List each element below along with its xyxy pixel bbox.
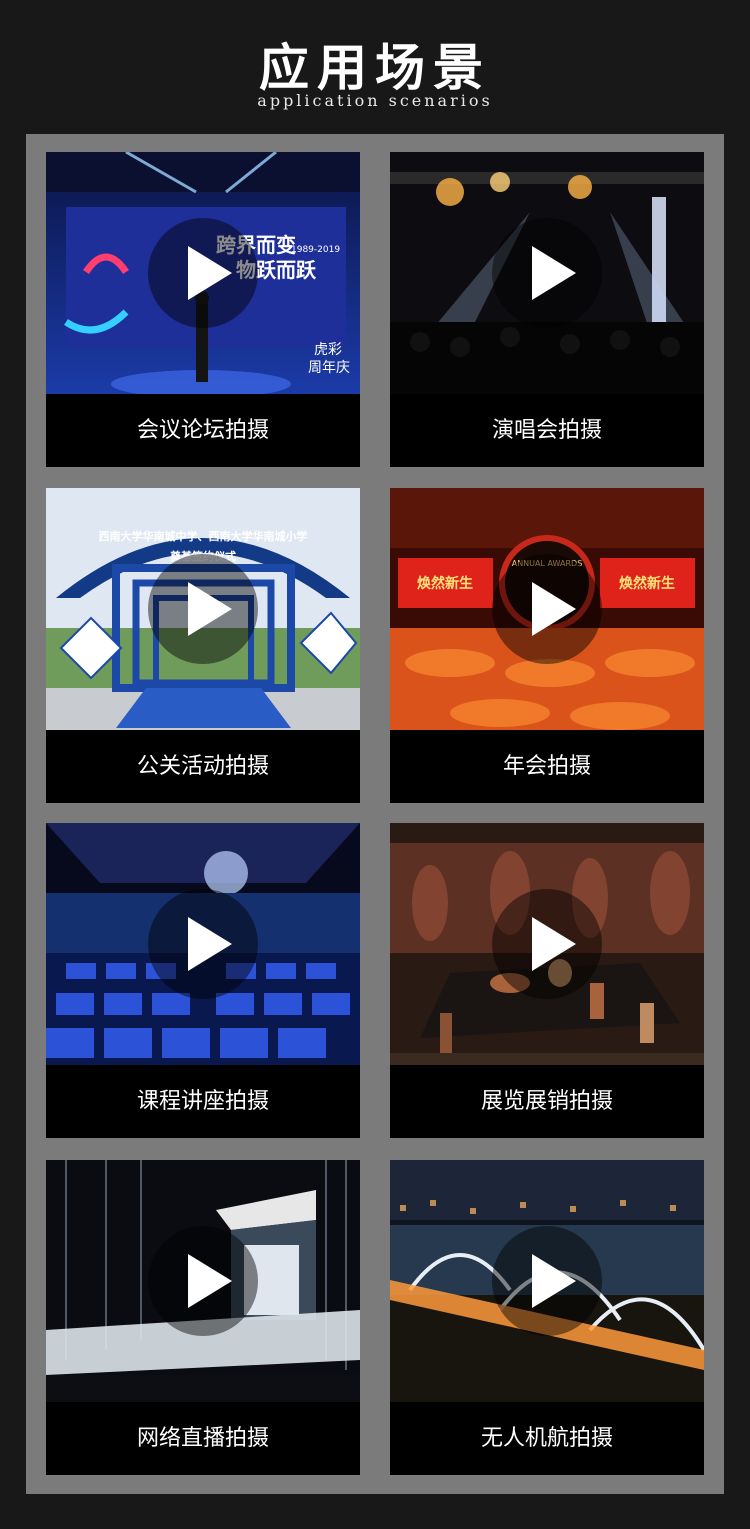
scenario-card-exhibition[interactable]: 展览展销拍摄 <box>390 823 704 1138</box>
scenario-card-drone[interactable]: 无人机航拍摄 <box>390 1160 704 1475</box>
play-button[interactable] <box>148 1226 258 1336</box>
play-button[interactable] <box>492 889 602 999</box>
forum-years: 1989-2019 <box>291 245 340 255</box>
forum-thumbnail: 跨界而变 1989-2019 物跃而跃 虎彩 周年庆 <box>46 152 360 394</box>
card-caption: 会议论坛拍摄 <box>136 418 269 443</box>
page-title: 应用场景 <box>259 39 491 97</box>
card-caption: 展览展销拍摄 <box>480 1089 613 1114</box>
exhibition-thumbnail <box>390 823 704 1065</box>
scenarios-panel: 跨界而变 1989-2019 物跃而跃 虎彩 周年庆 会议论坛拍摄 演唱会拍摄 … <box>26 134 724 1494</box>
card-caption: 年会拍摄 <box>502 754 591 779</box>
scenario-card-live-stream[interactable]: 网络直播拍摄 <box>46 1160 360 1475</box>
card-caption: 网络直播拍摄 <box>136 1426 269 1451</box>
play-button[interactable] <box>492 218 602 328</box>
scenario-card-concert[interactable]: 演唱会拍摄 <box>390 152 704 467</box>
drone-thumbnail <box>390 1160 704 1402</box>
live-stream-thumbnail <box>46 1160 360 1402</box>
gala-slogan-left: 焕然新生 <box>417 575 473 592</box>
play-button[interactable] <box>148 889 258 999</box>
header: 应用场景 application scenarios <box>0 0 750 134</box>
play-button[interactable] <box>492 554 602 664</box>
pr-event-thumbnail: 西南大学华南城中学、西南大学华南城小学 奠基签约仪式 <box>46 488 360 730</box>
concert-thumbnail <box>390 152 704 394</box>
card-caption: 演唱会拍摄 <box>491 418 602 443</box>
play-button[interactable] <box>148 554 258 664</box>
scenario-card-lecture[interactable]: 课程讲座拍摄 <box>46 823 360 1138</box>
forum-anniversary: 周年庆 <box>308 360 350 376</box>
play-button[interactable] <box>148 218 258 328</box>
scenario-card-pr-event[interactable]: 西南大学华南城中学、西南大学华南城小学 奠基签约仪式 公关活动拍摄 <box>46 488 360 803</box>
card-caption: 无人机航拍摄 <box>480 1426 613 1451</box>
lecture-thumbnail <box>46 823 360 1065</box>
pr-banner-line-1: 西南大学华南城中学、西南大学华南城小学 <box>99 529 308 543</box>
scenario-card-forum[interactable]: 跨界而变 1989-2019 物跃而跃 虎彩 周年庆 会议论坛拍摄 <box>46 152 360 467</box>
page-subtitle: application scenarios <box>257 91 493 110</box>
forum-brand: 虎彩 <box>314 342 342 358</box>
annual-gala-thumbnail: 焕然新生 焕然新生 ANNUAL AWARDS <box>390 488 704 730</box>
card-caption: 课程讲座拍摄 <box>136 1089 269 1114</box>
gala-slogan-right: 焕然新生 <box>619 575 675 592</box>
play-button[interactable] <box>492 1226 602 1336</box>
scenario-card-annual-gala[interactable]: 焕然新生 焕然新生 ANNUAL AWARDS 年会拍摄 <box>390 488 704 803</box>
card-caption: 公关活动拍摄 <box>136 754 269 779</box>
